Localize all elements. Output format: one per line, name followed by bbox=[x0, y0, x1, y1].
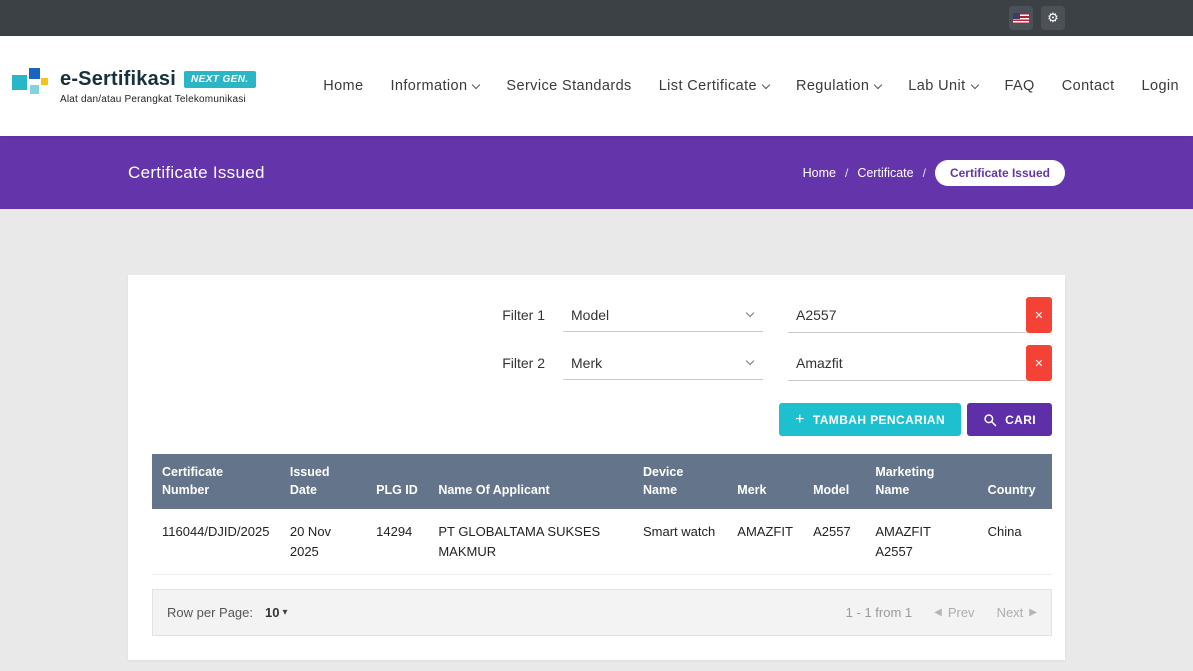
pagination-bar: Row per Page: 10 ▾ 1 - 1 from 1 ◀ Prev N… bbox=[152, 589, 1052, 636]
breadcrumb-current: Certificate Issued bbox=[935, 160, 1065, 186]
cell-country: China bbox=[978, 509, 1052, 575]
nav-item-regulation[interactable]: Regulation bbox=[796, 78, 881, 94]
site-header: e-Sertifikasi NEXT GEN. Alat dan/atau Pe… bbox=[0, 36, 1193, 136]
logo-title: e-Sertifikasi bbox=[60, 68, 176, 91]
table-header-row: Certificate Number Issued Date PLG ID Na… bbox=[152, 454, 1052, 509]
us-flag-icon bbox=[1013, 13, 1029, 24]
chevron-down-icon bbox=[970, 80, 978, 88]
col-name-of-applicant: Name Of Applicant bbox=[428, 454, 633, 509]
add-search-button[interactable]: + TAMBAH PENCARIAN bbox=[779, 403, 961, 436]
breadcrumb: Home / Certificate / Certificate Issued bbox=[803, 160, 1065, 186]
col-marketing-name: Marketing Name bbox=[865, 454, 977, 509]
col-merk: Merk bbox=[727, 454, 803, 509]
filter2-select-value: Merk bbox=[571, 355, 602, 371]
nav-item-service-standards[interactable]: Service Standards bbox=[506, 78, 631, 94]
page-title: Certificate Issued bbox=[128, 163, 265, 183]
chevron-down-icon bbox=[746, 309, 754, 317]
logo-icon bbox=[10, 65, 52, 107]
breadcrumb-home[interactable]: Home bbox=[803, 166, 836, 180]
col-plg-id: PLG ID bbox=[366, 454, 428, 509]
chevron-down-icon bbox=[762, 80, 770, 88]
breadcrumb-separator: / bbox=[845, 166, 848, 180]
gear-icon: ⚙ bbox=[1047, 10, 1059, 26]
filter1-value-input[interactable] bbox=[788, 297, 1026, 333]
rows-per-page-label: Row per Page: bbox=[167, 605, 253, 620]
nav-item-lab-unit[interactable]: Lab Unit bbox=[908, 78, 977, 94]
table-row[interactable]: 116044/DJID/2025 20 Nov 2025 14294 PT GL… bbox=[152, 509, 1052, 575]
col-certificate-number: Certificate Number bbox=[152, 454, 280, 509]
col-model: Model bbox=[803, 454, 865, 509]
col-device-name: Device Name bbox=[633, 454, 727, 509]
nav-item-information[interactable]: Information bbox=[390, 78, 479, 94]
chevron-down-icon bbox=[874, 80, 882, 88]
filter-row-2: Filter 2 Merk ✕ bbox=[152, 345, 1052, 381]
filter1-clear-button[interactable]: ✕ bbox=[1026, 297, 1052, 333]
nav-item-faq[interactable]: FAQ bbox=[1005, 78, 1035, 94]
cell-marketing-name: AMAZFIT A2557 bbox=[865, 509, 977, 575]
prev-page-button[interactable]: ◀ Prev bbox=[934, 605, 974, 620]
col-country: Country bbox=[978, 454, 1052, 509]
language-flag-button[interactable] bbox=[1009, 6, 1033, 30]
certificates-table: Certificate Number Issued Date PLG ID Na… bbox=[152, 454, 1052, 575]
chevron-down-icon bbox=[472, 80, 480, 88]
topbar: ⚙ bbox=[0, 0, 1193, 36]
nav-item-home[interactable]: Home bbox=[323, 78, 363, 94]
filter2-value-input[interactable] bbox=[788, 345, 1026, 381]
caret-down-icon: ▾ bbox=[282, 607, 287, 618]
main-content: Filter 1 Model ✕ Filter 2 Merk ✕ bbox=[0, 275, 1193, 660]
nav-item-login[interactable]: Login bbox=[1142, 78, 1179, 94]
cell-model: A2557 bbox=[803, 509, 865, 575]
pagination-range: 1 - 1 from 1 bbox=[846, 605, 912, 620]
filter2-select[interactable]: Merk bbox=[563, 346, 763, 380]
breadcrumb-certificate[interactable]: Certificate bbox=[857, 166, 913, 180]
col-issued-date: Issued Date bbox=[280, 454, 366, 509]
search-button[interactable]: CARI bbox=[967, 403, 1052, 436]
chevron-down-icon bbox=[746, 357, 754, 365]
cell-merk: AMAZFIT bbox=[727, 509, 803, 575]
cell-certificate-number: 116044/DJID/2025 bbox=[152, 509, 280, 575]
next-arrow-icon: ▶ bbox=[1029, 607, 1037, 618]
page-banner: Certificate Issued Home / Certificate / … bbox=[0, 136, 1193, 209]
filter1-label: Filter 1 bbox=[502, 307, 545, 323]
cell-plg-id: 14294 bbox=[366, 509, 428, 575]
actions-row: + TAMBAH PENCARIAN CARI bbox=[152, 403, 1052, 436]
nav-item-contact[interactable]: Contact bbox=[1062, 78, 1115, 94]
certificate-card: Filter 1 Model ✕ Filter 2 Merk ✕ bbox=[128, 275, 1065, 660]
prev-arrow-icon: ◀ bbox=[934, 607, 942, 618]
cell-name-of-applicant: PT GLOBALTAMA SUKSES MAKMUR bbox=[428, 509, 633, 575]
close-icon: ✕ bbox=[1034, 357, 1043, 370]
settings-button[interactable]: ⚙ bbox=[1041, 6, 1065, 30]
filter-row-1: Filter 1 Model ✕ bbox=[152, 297, 1052, 333]
rows-per-page-select[interactable]: 10 ▾ bbox=[265, 605, 288, 620]
filter2-clear-button[interactable]: ✕ bbox=[1026, 345, 1052, 381]
close-icon: ✕ bbox=[1034, 309, 1043, 322]
plus-icon: + bbox=[795, 411, 805, 429]
filter1-select[interactable]: Model bbox=[563, 298, 763, 332]
logo[interactable]: e-Sertifikasi NEXT GEN. Alat dan/atau Pe… bbox=[10, 65, 256, 107]
filter1-select-value: Model bbox=[571, 307, 609, 323]
nav-item-list-certificate[interactable]: List Certificate bbox=[659, 78, 769, 94]
search-icon bbox=[983, 413, 997, 427]
main-nav: Home Information Service Standards List … bbox=[323, 78, 1179, 94]
filter2-label: Filter 2 bbox=[502, 355, 545, 371]
breadcrumb-separator: / bbox=[923, 166, 926, 180]
next-page-button[interactable]: Next ▶ bbox=[997, 605, 1037, 620]
logo-badge: NEXT GEN. bbox=[184, 71, 256, 88]
cell-device-name: Smart watch bbox=[633, 509, 727, 575]
cell-issued-date: 20 Nov 2025 bbox=[280, 509, 366, 575]
logo-subtitle: Alat dan/atau Perangkat Telekomunikasi bbox=[60, 94, 256, 105]
